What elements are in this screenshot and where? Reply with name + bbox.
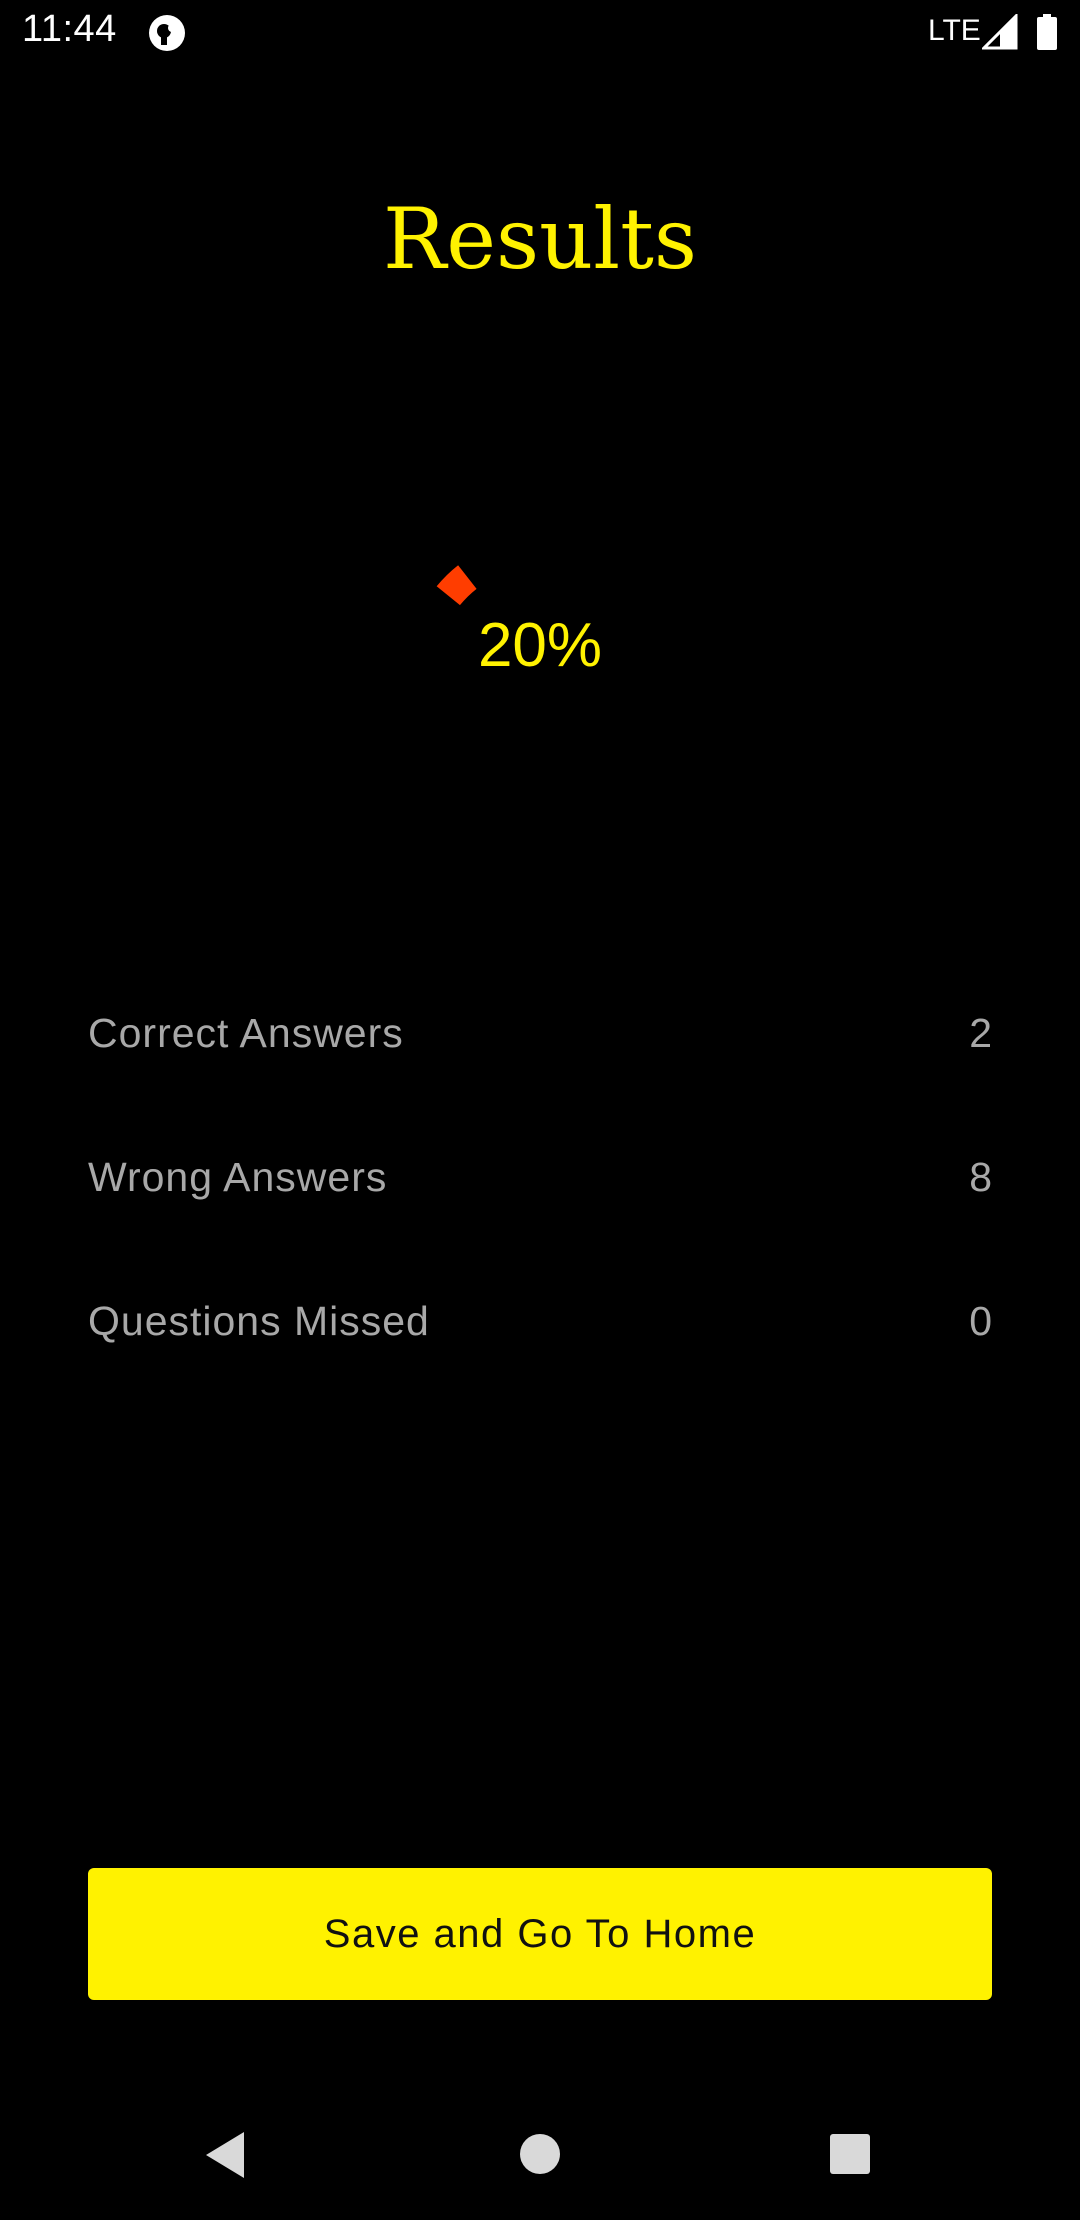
- save-button-label: Save and Go To Home: [323, 1911, 757, 1956]
- back-icon[interactable]: [202, 2130, 248, 2180]
- wrong-answers-value: 8: [969, 1154, 992, 1200]
- network-type: LTE: [928, 14, 981, 47]
- status-time: 11:44: [22, 8, 117, 50]
- signal-icon: [980, 12, 1018, 50]
- battery-icon: [1036, 14, 1058, 50]
- correct-answers-value: 2: [969, 1010, 992, 1056]
- score-percent: 20%: [477, 611, 603, 680]
- score-progress-arc: [436, 565, 477, 606]
- status-bar: 11:44 LTE: [0, 0, 1080, 66]
- recents-icon[interactable]: [829, 2133, 871, 2175]
- navigation-bar: [0, 2090, 1080, 2220]
- questions-missed-label: Questions Missed: [88, 1298, 430, 1344]
- stat-row-correct: Correct Answers 2: [88, 1010, 992, 1070]
- stat-row-wrong: Wrong Answers 8: [88, 1154, 992, 1214]
- home-icon[interactable]: [518, 2132, 562, 2176]
- page-title: Results: [383, 190, 697, 288]
- stat-row-missed: Questions Missed 0: [88, 1298, 992, 1358]
- app-notification-icon: [148, 14, 186, 52]
- questions-missed-value: 0: [969, 1298, 992, 1344]
- wrong-answers-label: Wrong Answers: [88, 1154, 388, 1200]
- save-and-go-home-button[interactable]: Save and Go To Home: [88, 1868, 992, 2000]
- correct-answers-label: Correct Answers: [88, 1010, 404, 1056]
